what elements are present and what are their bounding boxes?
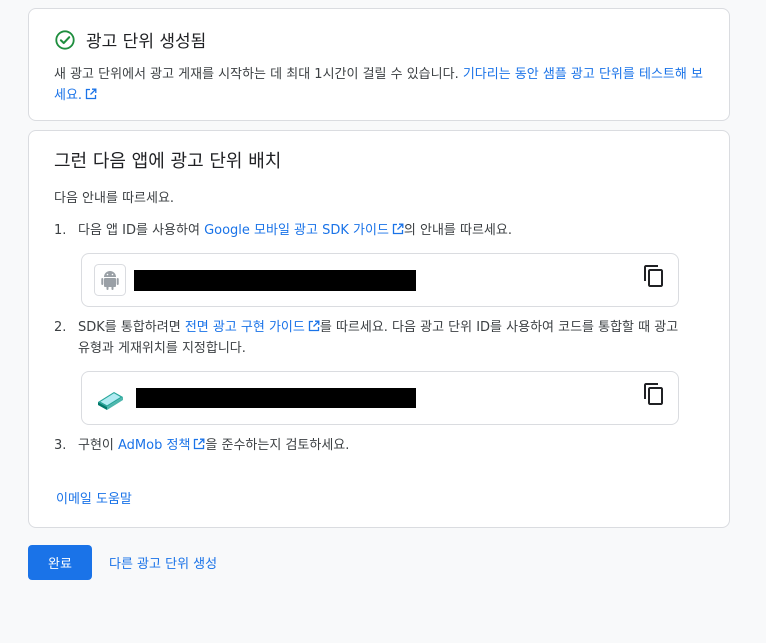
- step-text: 을 준수하는지 검토하세요.: [205, 438, 350, 453]
- ad-unit-created-card: 광고 단위 생성됨 새 광고 단위에서 광고 게재를 시작하는 데 최대 1시간…: [28, 8, 730, 121]
- sdk-guide-label: Google 모바일 광고 SDK 가이드: [204, 223, 389, 238]
- external-link-icon: [392, 221, 404, 235]
- admob-policy-label: AdMob 정책: [118, 438, 191, 453]
- step-text: 구현이: [78, 438, 119, 453]
- sdk-guide-link[interactable]: Google 모바일 광고 SDK 가이드: [204, 223, 404, 238]
- external-link-icon: [85, 86, 97, 100]
- step-number: 3.: [54, 438, 67, 453]
- step-text: 다음 앱 ID를 사용하여: [78, 223, 205, 238]
- ad-unit-id-value-redacted: [136, 388, 416, 408]
- placement-title: 그런 다음 앱에 광고 단위 배치: [54, 151, 282, 172]
- step-3: 3. 구현이 AdMob 정책 을 준수하는지 검토하세요.: [54, 435, 684, 456]
- placement-intro: 다음 안내를 따르세요.: [54, 191, 175, 206]
- email-help-link[interactable]: 이메일 도움말: [56, 488, 132, 507]
- ad-unit-icon: [98, 392, 123, 410]
- step-number: 1.: [54, 223, 67, 238]
- ad-unit-id-box: [81, 371, 679, 425]
- check-circle-icon: [55, 29, 75, 50]
- success-title: 광고 단위 생성됨: [86, 32, 207, 52]
- app-id-value-redacted: [134, 270, 416, 291]
- done-button[interactable]: 완료: [28, 545, 92, 580]
- step-1: 1. 다음 앱 ID를 사용하여 Google 모바일 광고 SDK 가이드 의 …: [54, 220, 684, 241]
- success-message-text: 새 광고 단위에서 광고 게재를 시작하는 데 최대 1시간이 걸릴 수 있습니…: [54, 67, 463, 82]
- interstitial-guide-label: 전면 광고 구현 가이드: [184, 320, 305, 335]
- copy-icon[interactable]: [642, 264, 666, 288]
- external-link-icon: [193, 436, 205, 450]
- step-number: 2.: [54, 320, 67, 335]
- interstitial-guide-link[interactable]: 전면 광고 구현 가이드: [185, 320, 320, 335]
- admob-policy-link[interactable]: AdMob 정책: [118, 438, 205, 453]
- create-another-ad-unit-link[interactable]: 다른 광고 단위 생성: [109, 553, 217, 572]
- step-text: SDK를 통합하려면: [78, 320, 185, 335]
- success-header: 광고 단위 생성됨: [54, 27, 206, 52]
- success-message: 새 광고 단위에서 광고 게재를 시작하는 데 최대 1시간이 걸릴 수 있습니…: [54, 64, 714, 106]
- placement-card: 그런 다음 앱에 광고 단위 배치 다음 안내를 따르세요. 1. 다음 앱 I…: [28, 130, 730, 528]
- android-icon: [94, 264, 126, 296]
- external-link-icon: [308, 318, 320, 332]
- app-id-box: [81, 253, 679, 307]
- step-2: 2. SDK를 통합하려면 전면 광고 구현 가이드 를 따르세요. 다음 광고 …: [54, 317, 684, 359]
- step-text: 의 안내를 따르세요.: [403, 223, 512, 238]
- copy-icon[interactable]: [642, 382, 666, 406]
